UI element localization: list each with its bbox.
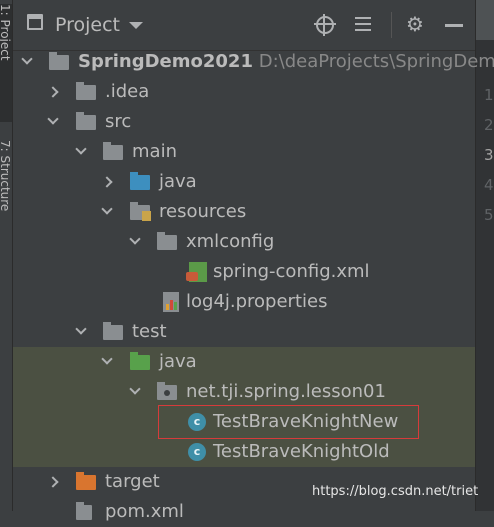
- structure-tool-tab-label: 7: Structure: [0, 140, 12, 212]
- chevron-right-icon[interactable]: [101, 176, 113, 188]
- gear-icon[interactable]: ⚙: [406, 14, 428, 36]
- tree-node-label: .idea: [105, 81, 150, 102]
- tree-node-resources[interactable]: resources: [13, 197, 475, 227]
- folder-icon: [76, 112, 96, 130]
- maven-file-icon: [76, 502, 92, 520]
- chevron-down-icon[interactable]: [47, 113, 59, 125]
- chevron-down-icon[interactable]: [129, 22, 143, 29]
- tree-node-label: TestBraveKnightOld: [213, 441, 390, 462]
- tree-node-log4j[interactable]: log4j.properties: [13, 287, 475, 317]
- tree-node-label: spring-config.xml: [213, 261, 370, 282]
- tree-node-label: resources: [159, 201, 247, 222]
- project-tool-tab[interactable]: 1: Project: [0, 4, 12, 122]
- tree-node-src[interactable]: src: [13, 107, 475, 137]
- locate-file-icon[interactable]: [314, 14, 336, 36]
- view-selector-label[interactable]: Project: [55, 14, 120, 36]
- tree-node-label: src: [105, 111, 132, 132]
- tree-node-class-old[interactable]: c TestBraveKnightOld: [13, 437, 475, 467]
- tree-node-idea[interactable]: .idea: [13, 77, 475, 107]
- chevron-right-icon[interactable]: [47, 86, 59, 98]
- project-path: D:\deaProjects\SpringDem: [258, 51, 494, 72]
- folder-icon: [103, 142, 123, 160]
- resources-folder-icon: [130, 202, 151, 221]
- chevron-down-icon[interactable]: [129, 233, 141, 245]
- tree-node-package[interactable]: net.tji.spring.lesson01: [13, 377, 475, 407]
- project-root-label: SpringDemo2021 D:\deaProjects\SpringDem: [78, 47, 494, 77]
- chevron-down-icon[interactable]: [75, 143, 87, 155]
- editor-tab[interactable]: [476, 0, 494, 40]
- properties-file-icon: [163, 292, 179, 312]
- tree-node-spring-config[interactable]: spring-config.xml: [13, 257, 475, 287]
- annotation-highlight-box: [158, 405, 419, 439]
- folder-icon: [157, 232, 177, 250]
- line-number: 5: [484, 206, 494, 224]
- chevron-down-icon[interactable]: [21, 53, 33, 65]
- tree-node-label: test: [132, 321, 167, 342]
- tree-node-pom[interactable]: pom.xml: [13, 497, 475, 527]
- module-folder-icon: [49, 52, 69, 70]
- tree-node-label: main: [132, 141, 177, 162]
- tree-node-label: target: [105, 471, 160, 492]
- chevron-down-icon[interactable]: [101, 353, 113, 365]
- tree-node-project-root[interactable]: SpringDemo2021 D:\deaProjects\SpringDem: [13, 47, 494, 77]
- project-name: SpringDemo2021: [78, 51, 253, 72]
- tree-node-label: java: [159, 171, 197, 192]
- excluded-folder-icon: [76, 472, 96, 490]
- project-panel-header: Project ⚙: [13, 0, 475, 51]
- chevron-down-icon[interactable]: [75, 323, 87, 335]
- tree-node-label: java: [159, 351, 197, 372]
- line-number: 3: [484, 146, 494, 164]
- tree-node-test[interactable]: test: [13, 317, 475, 347]
- tree-node-label: pom.xml: [105, 501, 184, 522]
- collapse-all-icon[interactable]: [353, 13, 375, 35]
- chevron-right-icon[interactable]: [47, 476, 59, 488]
- tree-node-label: log4j.properties: [186, 291, 328, 312]
- folder-icon: [76, 82, 96, 100]
- header-divider: [391, 12, 392, 38]
- project-tree: SpringDemo2021 D:\deaProjects\SpringDem …: [13, 47, 494, 522]
- line-number: 4: [484, 176, 494, 194]
- tree-node-label: net.tji.spring.lesson01: [186, 381, 386, 402]
- hide-panel-icon[interactable]: [445, 24, 463, 27]
- package-icon: [157, 382, 177, 400]
- chevron-down-icon[interactable]: [101, 203, 113, 215]
- structure-tool-tab[interactable]: 7: Structure: [0, 140, 12, 258]
- spring-xml-file-icon: [186, 262, 207, 282]
- line-number: 1: [484, 86, 494, 104]
- project-window-icon: [27, 14, 43, 30]
- chevron-down-icon[interactable]: [129, 383, 141, 395]
- project-tool-tab-label: 1: Project: [0, 4, 12, 61]
- tree-node-xmlconfig[interactable]: xmlconfig: [13, 227, 475, 257]
- tool-window-strip: 1: Project 7: Structure: [0, 0, 13, 511]
- tree-node-main[interactable]: main: [13, 137, 475, 167]
- tree-node-label: xmlconfig: [186, 231, 275, 252]
- tree-node-java-test[interactable]: java: [13, 347, 475, 377]
- folder-icon: [103, 322, 123, 340]
- watermark: https://blog.csdn.net/triet: [312, 484, 479, 499]
- class-icon: c: [188, 443, 206, 461]
- tree-node-java-main[interactable]: java: [13, 167, 475, 197]
- line-number: 2: [484, 116, 494, 134]
- source-folder-icon: [130, 172, 150, 190]
- test-folder-icon: [130, 352, 150, 370]
